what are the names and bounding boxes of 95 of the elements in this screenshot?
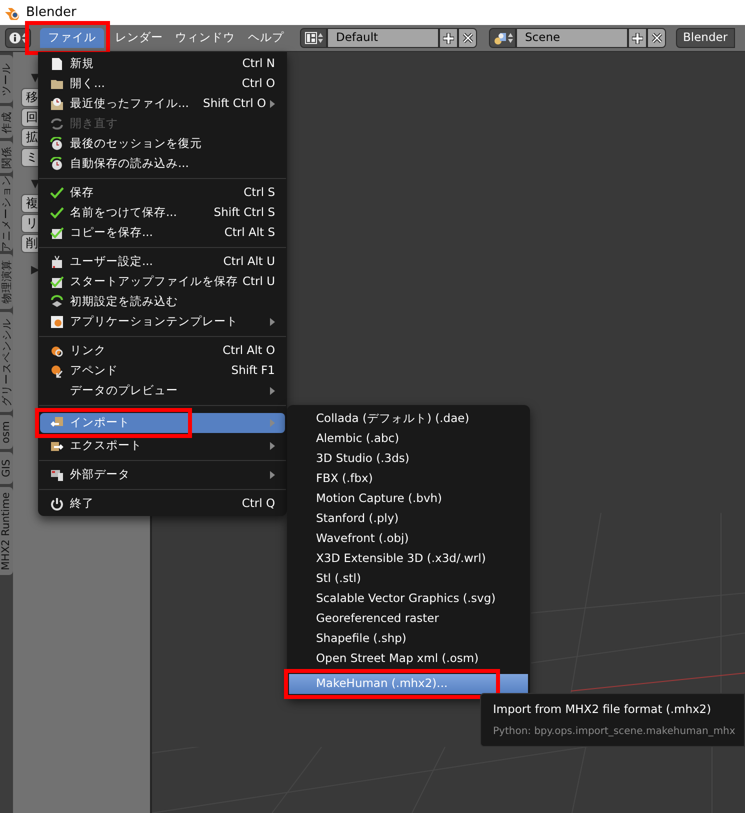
- link-icon: [50, 344, 64, 358]
- menu-item[interactable]: インポート: [40, 413, 285, 433]
- menu-item[interactable]: レンダー: [112, 28, 166, 48]
- folder-icon: [50, 77, 64, 91]
- render-engine-dropdown[interactable]: Blender: [676, 28, 735, 48]
- shortcut-label: Shift Ctrl S: [214, 204, 275, 222]
- menu-item[interactable]: 外部データ: [40, 465, 285, 485]
- menu-item[interactable]: 名前をつけて保存... Shift Ctrl S: [40, 203, 285, 223]
- add-button[interactable]: [628, 28, 647, 48]
- checked-page-icon: [50, 226, 64, 240]
- scene-icon: [492, 32, 506, 44]
- menu-item[interactable]: データのプレビュー: [40, 381, 285, 401]
- menu-item[interactable]: Stl (.stl): [289, 569, 528, 589]
- monitor-icon: [50, 468, 64, 482]
- submenu-arrow-icon: [270, 100, 275, 108]
- submenu-arrow-icon: [270, 419, 275, 427]
- layout-icon: [304, 32, 316, 44]
- menu-item[interactable]: アプリケーションテンプレート: [40, 312, 285, 332]
- stack-arrow-icon: [50, 295, 64, 309]
- up-down-arrows-icon: [22, 33, 27, 43]
- scene-field[interactable]: Scene: [516, 28, 628, 48]
- panel-tab[interactable]: アニメーション: [1, 175, 12, 252]
- menu-item[interactable]: 終了 Ctrl Q: [40, 494, 285, 514]
- submenu-arrow-icon: [270, 318, 275, 326]
- submenu-arrow-icon: [270, 442, 275, 450]
- shortcut-label: Ctrl Alt U: [223, 253, 275, 270]
- export-icon: [50, 439, 64, 453]
- scene-type-button[interactable]: [489, 28, 516, 48]
- menu-item[interactable]: ファイル: [40, 28, 104, 48]
- menu-item[interactable]: ユーザー設定... Ctrl Alt U: [40, 252, 285, 272]
- menu-item[interactable]: Alembic (.abc): [289, 429, 528, 449]
- screen-layout-field[interactable]: Default: [327, 28, 439, 48]
- menu-item[interactable]: コピーを保存... Ctrl Alt S: [40, 223, 285, 243]
- menu-item[interactable]: アペンド Shift F1: [40, 361, 285, 381]
- reload-icon: [50, 117, 64, 131]
- window-title: Blender: [26, 4, 76, 22]
- preferences-icon: [50, 255, 64, 269]
- menu-item[interactable]: 保存 Ctrl S: [40, 183, 285, 203]
- menu-item[interactable]: 最近使ったファイル... Shift Ctrl O: [40, 94, 285, 114]
- submenu-arrow-icon: [270, 471, 275, 479]
- template-icon: [50, 315, 64, 329]
- screen-layout-type-button[interactable]: [300, 28, 327, 48]
- checkmark-icon: [50, 186, 64, 200]
- menu-item[interactable]: FBX (.fbx): [289, 469, 528, 489]
- blender-logo-icon: [4, 6, 22, 20]
- menu-item[interactable]: 新規 Ctrl N: [40, 54, 285, 74]
- menu-item[interactable]: ヘルプ: [244, 28, 288, 48]
- tooltip-python-path: Python: bpy.ops.import_scene.makehuman_mhx: [493, 725, 736, 740]
- menu-item[interactable]: 初期設定を読み込む: [40, 292, 285, 312]
- shortcut-label: Ctrl N: [242, 55, 275, 72]
- shortcut-label: Ctrl U: [242, 273, 275, 290]
- menu-item[interactable]: Wavefront (.obj): [289, 529, 528, 549]
- menu-item[interactable]: Open Street Map xml (.osm): [289, 649, 528, 669]
- menu-item[interactable]: リンク Ctrl Alt O: [40, 341, 285, 361]
- shortcut-label: Shift Ctrl O: [203, 95, 266, 112]
- shortcut-label: Ctrl Alt O: [222, 342, 275, 360]
- menu-item[interactable]: X3D Extensible 3D (.x3d/.wrl): [289, 549, 528, 569]
- shortcut-label: Ctrl S: [244, 184, 275, 202]
- submenu-arrow-icon: [270, 387, 275, 395]
- up-down-arrows-icon: [508, 33, 512, 43]
- menu-item[interactable]: Stanford (.ply): [289, 509, 528, 529]
- clock-icon: [50, 157, 64, 171]
- menu-item[interactable]: Scalable Vector Graphics (.svg): [289, 589, 528, 609]
- append-icon: [50, 364, 64, 378]
- folder-clock-icon: [50, 97, 64, 111]
- close-icon: [462, 33, 472, 43]
- page-icon: [50, 57, 64, 71]
- clock-icon: [50, 137, 64, 151]
- shortcut-label: Ctrl O: [242, 75, 275, 92]
- checked-page-icon: [50, 275, 64, 289]
- menu-item[interactable]: 自動保存の読み込み...: [40, 154, 285, 174]
- menu-item[interactable]: Collada (デフォルト) (.dae): [289, 409, 528, 429]
- add-button[interactable]: [439, 28, 458, 48]
- menu-item[interactable]: Georeferenced raster: [289, 609, 528, 629]
- checkmark-icon: [50, 206, 64, 220]
- menu-item[interactable]: ウィンドウ: [172, 28, 238, 48]
- close-button[interactable]: [647, 28, 666, 48]
- close-button[interactable]: [458, 28, 477, 48]
- shortcut-label: Shift F1: [231, 362, 275, 380]
- close-icon: [652, 33, 662, 43]
- shortcut-label: Ctrl Q: [242, 495, 275, 512]
- menu-item[interactable]: スタートアップファイルを保存 Ctrl U: [40, 272, 285, 292]
- shortcut-label: Ctrl Alt S: [224, 224, 275, 242]
- menu-item[interactable]: Shapefile (.shp): [289, 629, 528, 649]
- tooltip-description: Import from MHX2 file format (.mhx2): [493, 700, 712, 718]
- info-icon: [9, 32, 21, 44]
- plus-icon: [443, 32, 454, 44]
- plus-icon: [632, 32, 643, 44]
- up-down-arrows-icon: [318, 33, 322, 43]
- menu-item[interactable]: Motion Capture (.bvh): [289, 489, 528, 509]
- menu-item[interactable]: エクスポート: [40, 436, 285, 456]
- power-icon: [50, 497, 64, 511]
- menu-item[interactable]: 開く... Ctrl O: [40, 74, 285, 94]
- menu-item[interactable]: 最後のセッションを復元: [40, 134, 285, 154]
- menu-item[interactable]: 3D Studio (.3ds): [289, 449, 528, 469]
